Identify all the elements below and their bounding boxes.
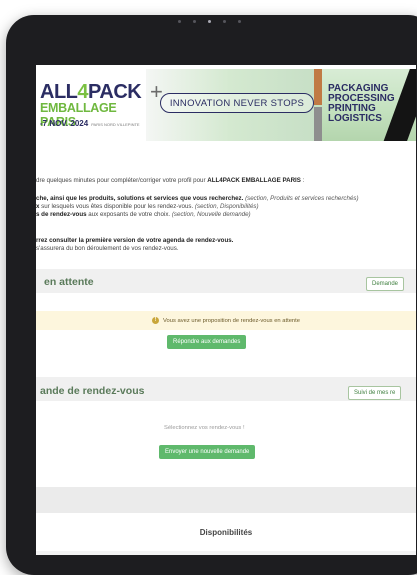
sensor-dot [178,20,181,23]
brand-block: ALL4PACK EMBALLAGE PARIS -7 NOV. 2024 PAR… [36,69,146,141]
intro-line: rrez consulter la première version de vo… [36,237,234,244]
decorative-stripe [314,107,322,141]
availability-band [36,487,416,513]
sensor-dot [193,20,196,23]
event-date: -7 NOV. 2024 PARIS NORD VILLEPINTE [40,119,140,128]
respond-requests-button[interactable]: Répondre aux demandes [167,335,247,349]
pending-section-title: en attente [44,276,94,288]
tablet-screen: ALL4PACK EMBALLAGE PARIS -7 NOV. 2024 PAR… [36,65,416,555]
intro-text: dre quelques minutes pour compléter/corr… [36,177,416,253]
sensor-dot [223,20,226,23]
bottom-divider [36,551,416,555]
intro-line: s de rendez-vous aux exposants de votre … [36,211,251,218]
decorative-stripe [314,69,322,105]
slogan-pill: INNOVATION NEVER STOPS [160,93,314,113]
availability-title: Disponibilités [199,528,253,537]
sector-word: LOGISTICS [328,113,382,124]
intro-line: s'assurera du bon déroulement de vos ren… [36,245,179,252]
tablet-frame: ALL4PACK EMBALLAGE PARIS -7 NOV. 2024 PAR… [6,15,417,575]
intro-line: dre quelques minutes pour compléter/corr… [36,177,305,184]
slogan-block: + INNOVATION NEVER STOPS [146,69,314,141]
camera-lens [208,20,211,23]
pending-alert: ! Vous avez une proposition de rendez-vo… [36,311,416,330]
warning-icon: ! [152,317,160,324]
sectors-block: PACKAGING PROCESSING PRINTING LOGISTICS [314,69,416,141]
sector-words: PACKAGING PROCESSING PRINTING LOGISTICS [328,84,395,124]
event-banner: ALL4PACK EMBALLAGE PARIS -7 NOV. 2024 PAR… [36,69,416,141]
empty-state-text: Sélectionnez vos rendez-vous ! [164,425,245,431]
event-venue: PARIS NORD VILLEPINTE [91,122,140,127]
sensor-dot [238,20,241,23]
alert-text: Vous avez une proposition de rendez-vous… [163,317,300,324]
track-requests-button[interactable]: Suivi de mes re [348,386,402,400]
new-request-section-title: ande de rendez-vous [40,385,145,397]
intro-line: che, ainsi que les produits, solutions e… [36,195,359,202]
pending-header-button[interactable]: Demande [366,277,405,291]
send-new-request-button[interactable]: Envoyer une nouvelle demande [159,445,256,459]
intro-line: x sur lesquels vous êtes disponible pour… [36,203,259,210]
camera-bar [178,20,241,23]
